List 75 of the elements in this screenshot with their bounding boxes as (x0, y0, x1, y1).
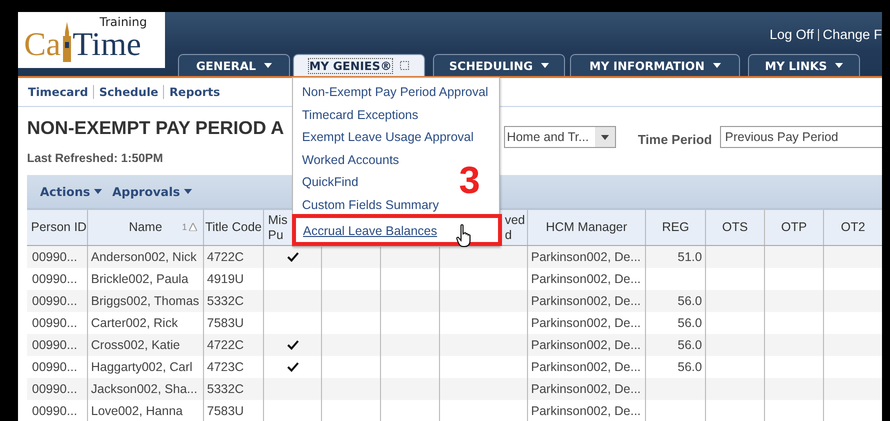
nav-tab[interactable]: GENERAL (178, 54, 290, 76)
step-number: 3 (459, 162, 480, 200)
table-cell: 56.0 (645, 290, 705, 312)
caret-icon (600, 134, 609, 140)
subnav-link[interactable]: Reports (163, 85, 226, 99)
refresh-time: Last Refreshed: 1:50PM (27, 151, 164, 165)
logo-text: Time (72, 29, 142, 62)
menu-item[interactable]: Timecard Exceptions (302, 106, 418, 124)
table-cell: Parkinson002, De... (527, 290, 645, 312)
column-header[interactable]: Title Code (205, 220, 262, 235)
column-header[interactable]: OTS (722, 220, 748, 235)
square-icon (400, 61, 409, 70)
nav-tab[interactable]: MY INFORMATION (570, 54, 740, 76)
table-cell: 4722C (203, 334, 263, 356)
table-cell-text: 00990... (31, 271, 78, 288)
caret-icon (712, 63, 721, 68)
menu-item[interactable]: Worked Accounts (302, 150, 400, 168)
caret-icon (264, 63, 272, 68)
tower-icon (60, 22, 73, 62)
column-header[interactable]: Person ID (31, 220, 87, 235)
page-title: NON-EXEMPT PAY PERIOD A (27, 117, 284, 139)
table-cell-text: 00990... (31, 249, 78, 266)
table-cell: Parkinson002, De... (527, 400, 645, 421)
table-cell: 56.0 (645, 334, 705, 356)
table-cell: 51.0 (645, 246, 705, 268)
table-cell: 4722C (203, 246, 263, 268)
table-cell: Briggs002, Thomas (87, 290, 203, 312)
time-period-label: Time Period (638, 132, 712, 146)
edition-label: Training (100, 15, 147, 29)
nav-tab[interactable]: SCHEDULING (433, 54, 565, 76)
table-cell: Love002, Hanna (87, 400, 203, 421)
subnav-link[interactable]: Schedule (93, 85, 164, 99)
caret-icon (835, 63, 844, 68)
nav-tab[interactable]: MY LINKS (748, 54, 860, 76)
menu-item[interactable]: QuickFind (302, 173, 358, 191)
sort-rank: 1 (182, 222, 187, 233)
table-cell: Parkinson002, De... (527, 378, 645, 400)
table-cell: Jackson002, Sha... (87, 378, 203, 400)
subnav-link[interactable]: Timecard (23, 85, 94, 99)
table-cell-text: 00990... (31, 403, 78, 420)
time-period-select[interactable]: Previous Pay Period (720, 126, 882, 148)
column-header[interactable]: ved d (504, 212, 525, 242)
table-cell-text: 00990... (31, 293, 78, 310)
table-cell: Cross002, Katie (87, 334, 203, 356)
column-header[interactable]: OTP (781, 220, 807, 235)
column-header[interactable]: HCM Manager (546, 220, 628, 235)
caret-icon (540, 63, 549, 68)
caret-icon (94, 189, 102, 194)
column-header[interactable]: OT2 (840, 220, 866, 235)
nav-tab[interactable]: MY GENIES® (293, 54, 425, 76)
table-cell-text: 00990... (31, 315, 78, 332)
table-cell-text: 00990... (31, 381, 78, 398)
toolbar-menu[interactable]: Actions (40, 184, 102, 198)
table-cell: 5332C (203, 378, 263, 400)
menu-item[interactable]: Non-Exempt Pay Period Approval (302, 83, 488, 101)
table-cell-text: 00990... (31, 359, 78, 376)
column-header[interactable]: Mis Pu (268, 212, 288, 242)
menu-item[interactable]: Custom Fields Summary (302, 196, 439, 214)
column-header[interactable]: REG (662, 220, 690, 235)
table-cell: 5332C (203, 290, 263, 312)
header-link[interactable]: Change F (822, 27, 882, 42)
menu-item[interactable]: Exempt Leave Usage Approval (302, 128, 474, 146)
table-cell: Anderson002, Nick (87, 246, 203, 268)
menu-item[interactable]: Accrual Leave Balances (303, 224, 438, 238)
table-cell: Parkinson002, De... (527, 246, 645, 268)
table-cell: Parkinson002, De... (527, 334, 645, 356)
header-link[interactable]: Log Off (770, 27, 814, 42)
location-select[interactable]: Home and Tr... (504, 126, 616, 148)
toolbar-menu[interactable]: Approvals (112, 184, 192, 198)
table-cell-text: 00990... (31, 337, 78, 354)
logo-text: Ca (24, 29, 61, 62)
sort-ascending-icon[interactable] (189, 223, 197, 232)
table-cell: 7583U (203, 400, 263, 421)
column-header[interactable]: Name (128, 220, 162, 235)
caret-icon (184, 189, 192, 194)
